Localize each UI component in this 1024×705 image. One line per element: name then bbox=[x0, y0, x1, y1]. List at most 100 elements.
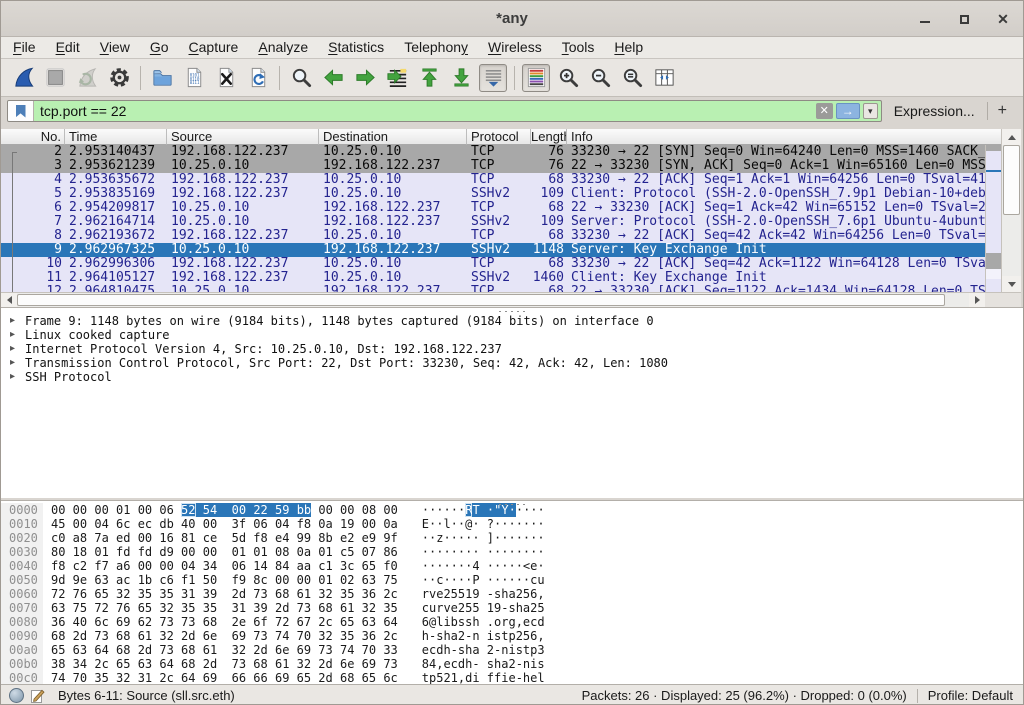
horizontal-scroll-thumb[interactable] bbox=[17, 294, 945, 306]
expression-button[interactable]: Expression... bbox=[882, 103, 987, 119]
capture-options-button[interactable] bbox=[105, 64, 133, 92]
expand-arrow-icon[interactable]: ▸ bbox=[10, 314, 15, 328]
hex-bytes[interactable]: c0 a8 7a ed 00 16 81 ce 5d f8 e4 99 8b e… bbox=[51, 531, 398, 545]
column-header-protocol[interactable]: Protocol bbox=[467, 129, 531, 145]
hex-row-0020[interactable]: 0020c0 a8 7a ed 00 16 81 ce 5d f8 e4 99 … bbox=[1, 531, 1023, 545]
scroll-down-button[interactable] bbox=[1002, 276, 1021, 292]
zoom-in-button[interactable] bbox=[554, 64, 582, 92]
hex-ascii[interactable]: rve25519 -sha256, bbox=[422, 587, 545, 601]
display-filter-input[interactable] bbox=[34, 101, 816, 121]
packet-row-2[interactable]: 22.953140437192.168.122.23710.25.0.10TCP… bbox=[1, 145, 985, 159]
packet-row-11[interactable]: 112.964105127192.168.122.23710.25.0.10SS… bbox=[1, 271, 985, 285]
hex-row-0030[interactable]: 003080 18 01 fd fd d9 00 00 01 01 08 0a … bbox=[1, 545, 1023, 559]
capture-comment-icon[interactable] bbox=[30, 688, 46, 704]
maximize-button[interactable] bbox=[956, 11, 972, 27]
save-capture-file-button[interactable]: 010101100111 bbox=[180, 64, 208, 92]
hex-bytes[interactable]: 74 70 35 32 31 2c 64 69 66 66 69 65 2d 6… bbox=[51, 671, 398, 685]
hex-bytes[interactable]: 63 75 72 76 65 32 35 35 31 39 2d 73 68 6… bbox=[51, 601, 398, 615]
hex-bytes[interactable]: 38 34 2c 65 63 64 68 2d 73 68 61 32 2d 6… bbox=[51, 657, 398, 671]
hex-bytes[interactable]: 80 18 01 fd fd d9 00 00 01 01 08 0a 01 c… bbox=[51, 545, 398, 559]
resize-columns-button[interactable] bbox=[650, 64, 678, 92]
expert-info-icon[interactable] bbox=[9, 688, 24, 703]
go-forward-button[interactable] bbox=[351, 64, 379, 92]
apply-filter-button[interactable]: → bbox=[836, 103, 860, 119]
menu-file[interactable]: File bbox=[3, 37, 46, 58]
packet-row-12[interactable]: 122.96481047510.25.0.10192.168.122.237TC… bbox=[1, 285, 985, 292]
packet-list-vertical-scrollbar[interactable] bbox=[1001, 129, 1021, 292]
hex-row-0050[interactable]: 00509d 9e 63 ac 1b c6 f1 50 f9 8c 00 00 … bbox=[1, 573, 1023, 587]
hex-bytes[interactable]: 45 00 04 6c ec db 40 00 3f 06 04 f8 0a 1… bbox=[51, 517, 398, 531]
close-button[interactable]: ✕ bbox=[995, 11, 1011, 27]
hex-bytes[interactable]: 00 00 00 01 00 06 52 54 00 22 59 bb 00 0… bbox=[51, 503, 398, 517]
packet-row-10[interactable]: 102.962996306192.168.122.23710.25.0.10TC… bbox=[1, 257, 985, 271]
packet-row-9[interactable]: 92.96296732510.25.0.10192.168.122.237SSH… bbox=[1, 243, 985, 257]
column-header-info[interactable]: Info bbox=[567, 129, 1001, 145]
hex-ascii[interactable]: ········ ········ bbox=[422, 545, 545, 559]
vertical-scroll-thumb[interactable] bbox=[1003, 145, 1020, 215]
menu-help[interactable]: Help bbox=[604, 37, 653, 58]
hex-row-0090[interactable]: 009068 2d 73 68 61 32 2d 6e 69 73 74 70 … bbox=[1, 629, 1023, 643]
zoom-reset-button[interactable] bbox=[618, 64, 646, 92]
reload-capture-file-button[interactable] bbox=[244, 64, 272, 92]
detail-row-2[interactable]: ▸Internet Protocol Version 4, Src: 10.25… bbox=[1, 342, 1023, 356]
menu-go[interactable]: Go bbox=[140, 37, 179, 58]
hex-ascii[interactable]: ·······4 ·····<e· bbox=[422, 559, 545, 573]
hex-ascii[interactable]: ··z····· ]······· bbox=[422, 531, 545, 545]
hex-ascii[interactable]: ··c····P ······cu bbox=[422, 573, 545, 587]
packet-list-horizontal-scrollbar[interactable] bbox=[1, 292, 985, 307]
packet-row-7[interactable]: 72.96216471410.25.0.10192.168.122.237SSH… bbox=[1, 215, 985, 229]
detail-row-3[interactable]: ▸Transmission Control Protocol, Src Port… bbox=[1, 356, 1023, 370]
packet-row-4[interactable]: 42.953635672192.168.122.23710.25.0.10TCP… bbox=[1, 173, 985, 187]
column-header-time[interactable]: Time bbox=[65, 129, 167, 145]
filter-history-caret[interactable]: ▾ bbox=[863, 103, 878, 119]
hex-bytes[interactable]: 68 2d 73 68 61 32 2d 6e 69 73 74 70 32 3… bbox=[51, 629, 398, 643]
menu-edit[interactable]: Edit bbox=[46, 37, 90, 58]
detail-row-1[interactable]: ▸Linux cooked capture bbox=[1, 328, 1023, 342]
clear-filter-button[interactable]: ✕ bbox=[816, 103, 833, 119]
column-header-source[interactable]: Source bbox=[167, 129, 319, 145]
menu-capture[interactable]: Capture bbox=[179, 37, 249, 58]
packet-row-6[interactable]: 62.95420981710.25.0.10192.168.122.237TCP… bbox=[1, 201, 985, 215]
hex-ascii[interactable]: curve255 19-sha25 bbox=[422, 601, 545, 615]
go-first-packet-button[interactable] bbox=[415, 64, 443, 92]
hex-row-0070[interactable]: 007063 75 72 76 65 32 35 35 31 39 2d 73 … bbox=[1, 601, 1023, 615]
open-capture-file-button[interactable] bbox=[148, 64, 176, 92]
splitter-handle-2[interactable] bbox=[497, 503, 527, 506]
hex-row-0040[interactable]: 0040f8 c2 f7 a6 00 00 04 34 06 14 84 aa … bbox=[1, 559, 1023, 573]
menu-view[interactable]: View bbox=[90, 37, 140, 58]
detail-row-4[interactable]: ▸SSH Protocol bbox=[1, 370, 1023, 384]
hex-row-0080[interactable]: 008036 40 6c 69 62 73 73 68 2e 6f 72 67 … bbox=[1, 615, 1023, 629]
minimize-button[interactable] bbox=[917, 11, 933, 27]
hex-ascii[interactable]: ecdh-sha 2-nistp3 bbox=[422, 643, 545, 657]
menu-analyze[interactable]: Analyze bbox=[248, 37, 318, 58]
hex-bytes[interactable]: 72 76 65 32 35 35 31 39 2d 73 68 61 32 3… bbox=[51, 587, 398, 601]
hex-ascii[interactable]: 84,ecdh- sha2-nis bbox=[422, 657, 545, 671]
scroll-right-button[interactable] bbox=[969, 293, 985, 307]
start-capture-button[interactable] bbox=[9, 64, 37, 92]
packet-row-5[interactable]: 52.953835169192.168.122.23710.25.0.10SSH… bbox=[1, 187, 985, 201]
go-last-packet-button[interactable] bbox=[447, 64, 475, 92]
go-back-button[interactable] bbox=[319, 64, 347, 92]
hex-row-0010[interactable]: 001045 00 04 6c ec db 40 00 3f 06 04 f8 … bbox=[1, 517, 1023, 531]
hex-row-00c0[interactable]: 00c074 70 35 32 31 2c 64 69 66 66 69 65 … bbox=[1, 671, 1023, 685]
intelligent-scrollbar[interactable] bbox=[985, 145, 1001, 292]
expand-arrow-icon[interactable]: ▸ bbox=[10, 328, 15, 342]
expand-arrow-icon[interactable]: ▸ bbox=[10, 356, 15, 370]
hex-row-0060[interactable]: 006072 76 65 32 35 35 31 39 2d 73 68 61 … bbox=[1, 587, 1023, 601]
menu-telephony[interactable]: Telephony bbox=[394, 37, 478, 58]
expand-arrow-icon[interactable]: ▸ bbox=[10, 342, 15, 356]
scroll-left-button[interactable] bbox=[1, 293, 17, 307]
colorize-packets-button[interactable] bbox=[522, 64, 550, 92]
hex-bytes[interactable]: 36 40 6c 69 62 73 73 68 2e 6f 72 67 2c 6… bbox=[51, 615, 398, 629]
profile-selector[interactable]: Profile: Default bbox=[928, 688, 1023, 703]
find-packet-button[interactable] bbox=[287, 64, 315, 92]
zoom-out-button[interactable] bbox=[586, 64, 614, 92]
menu-statistics[interactable]: Statistics bbox=[318, 37, 394, 58]
column-header-no[interactable]: No. bbox=[1, 129, 65, 145]
hex-ascii[interactable]: 6@libssh .org,ecd bbox=[422, 615, 545, 629]
hex-bytes[interactable]: 9d 9e 63 ac 1b c6 f1 50 f9 8c 00 00 01 0… bbox=[51, 573, 398, 587]
hex-ascii[interactable]: h-sha2-n istp256, bbox=[422, 629, 545, 643]
add-filter-button[interactable]: + bbox=[988, 102, 1017, 120]
hex-bytes[interactable]: f8 c2 f7 a6 00 00 04 34 06 14 84 aa c1 3… bbox=[51, 559, 398, 573]
hex-ascii[interactable]: E··l··@· ?······· bbox=[422, 517, 545, 531]
